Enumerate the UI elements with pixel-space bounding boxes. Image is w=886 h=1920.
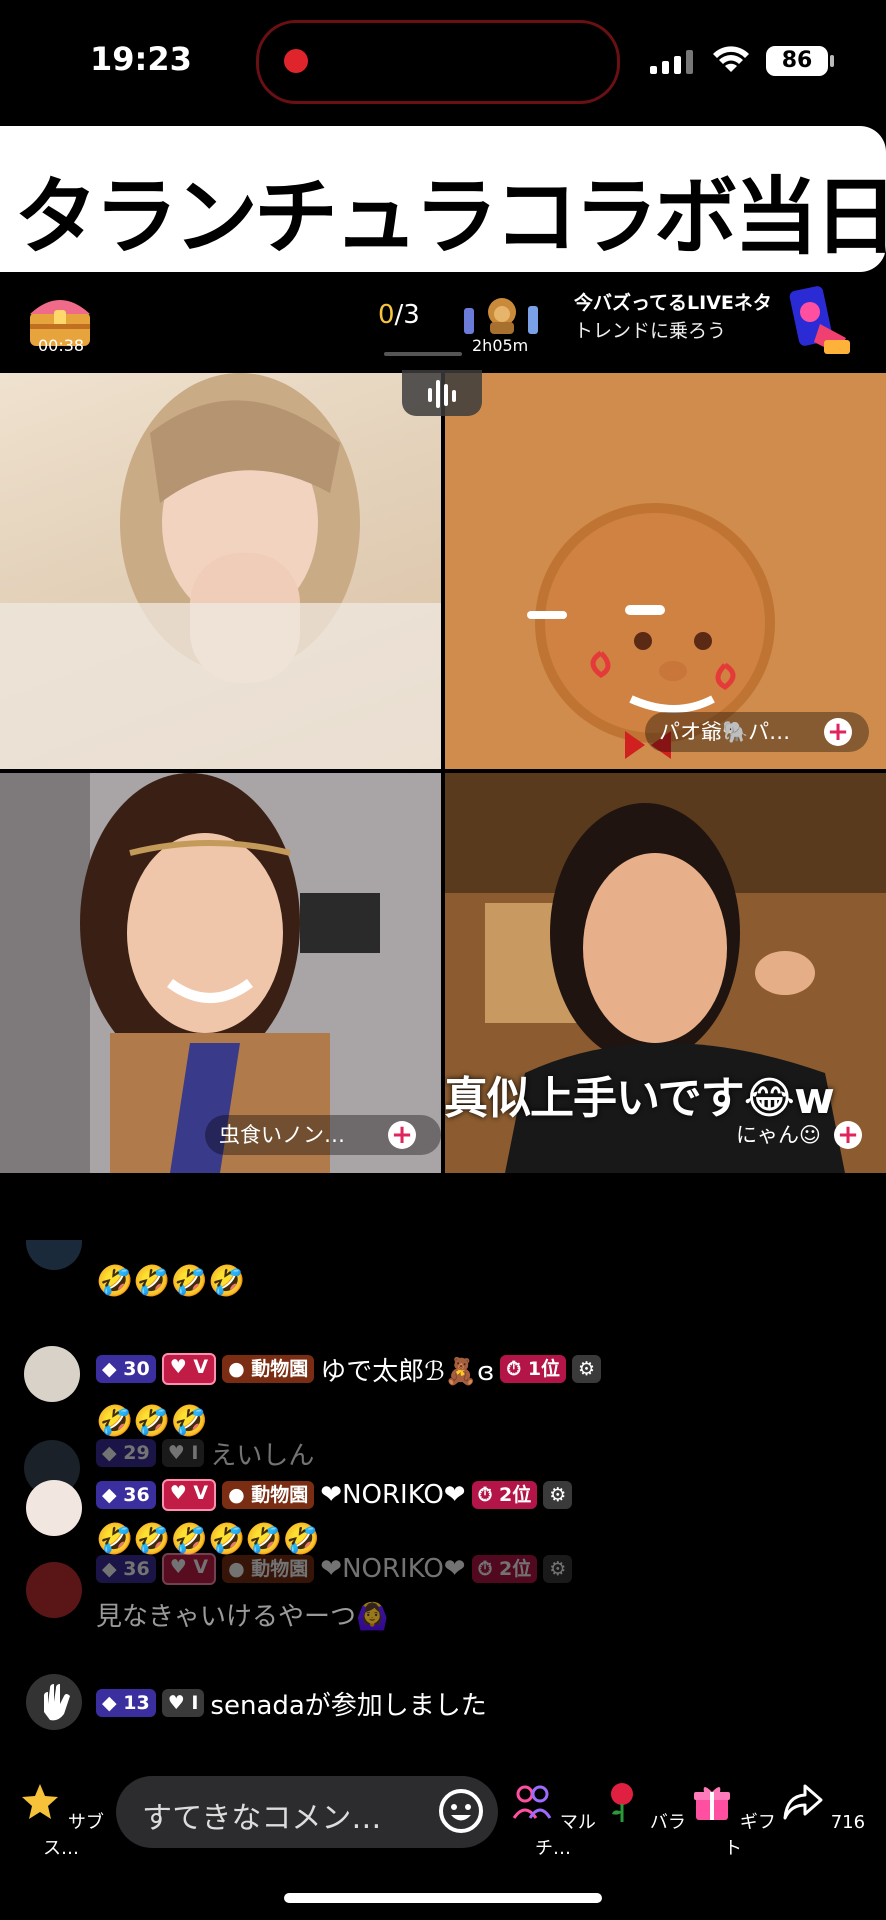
video-tile-1[interactable] [0,373,441,769]
subscribe-button[interactable]: サブス… [16,1780,106,1860]
chat-row-eishin[interactable]: ◆ 29 ♥ I えいしん [96,1435,314,1472]
goal-current: 0 [378,300,395,330]
share-arrow-icon [783,1784,823,1820]
chat-row-yudetaro[interactable]: ◆ 30 ♥ V ● 動物園 ゆで太郎ℬ🧸ɞ ⏱ 1位 ⚙ [96,1351,602,1388]
streamer-video-1 [0,373,441,769]
rank-badge: ⏱ 1位 [500,1355,567,1383]
share-button[interactable]: 716 [778,1780,868,1833]
animal-figures-icon[interactable] [460,292,544,338]
tile-3-name: 虫食いノン… [219,1123,345,1147]
rank-badge: ⏱ 2位 [471,1555,538,1583]
emoji-icon[interactable] [438,1788,484,1834]
waveform-icon [428,380,456,408]
chat-avatar-yudetaro[interactable] [24,1346,80,1402]
wave-hand-icon [26,1674,82,1730]
chest-timer: 00:38 [38,336,85,355]
chat-username[interactable]: ❤NORIKO❤ [320,1554,465,1584]
tile-2-name: パオ爺🐘パ… [659,720,791,744]
wifi-icon [713,46,749,72]
rose-label: バラ [649,1812,686,1833]
goal-progress-bar [384,352,462,356]
level-badge: ◆ 36 [96,1481,156,1509]
trend-title[interactable]: 今バズってるLIVEネタ [574,288,772,315]
chat-username[interactable]: えいしん [210,1435,314,1472]
user-settings-icon[interactable]: ⚙ [572,1355,602,1383]
cellular-signal-icon [650,50,693,74]
trend-phone-icon[interactable] [780,284,854,358]
vip-badge: ♥ V [161,1353,217,1385]
user-settings-icon[interactable]: ⚙ [543,1481,573,1509]
gift-icon [694,1787,731,1820]
level-badge: ◆ 13 [96,1689,156,1717]
fan-club-badge: ● 動物園 [222,1555,315,1583]
share-count: 716 [830,1812,866,1833]
rose-icon [611,1783,634,1822]
dynamic-island [256,20,620,104]
chat-row-noriko-faded[interactable]: ◆ 36 ♥ V ● 動物園 ❤NORIKO❤ ⏱ 2位 ⚙ [96,1552,573,1586]
multi-guest-button[interactable]: マルチ… [508,1780,598,1860]
join-message: senadaが参加しました [210,1690,487,1721]
gingerbread-avatar [445,373,886,769]
chat-emoji-message-2: 🤣🤣🤣 [96,1404,209,1439]
user-settings-icon[interactable]: ⚙ [543,1555,573,1583]
rose-gift-button[interactable]: バラ [598,1780,688,1834]
status-time: 19:23 [90,40,192,78]
fan-club-badge: ● 動物園 [222,1481,315,1509]
trend-subtitle[interactable]: トレンドに乗ろう [574,316,726,343]
video-tile-3[interactable] [0,773,441,1173]
wave-hand-glyph [44,1684,70,1721]
chat-avatar-cropped[interactable] [26,1240,82,1270]
battery-level: 86 [766,46,828,76]
multi-users-icon [512,1785,552,1819]
vip-badge: ♥ V [161,1553,217,1585]
chat-text-message: 見なきゃいけるやーつ🙆‍♀️ [96,1602,389,1632]
tile-3-follow-plus-icon[interactable]: + [388,1121,416,1149]
gift-button[interactable]: ギフト [688,1780,778,1860]
goal-total: /3 [394,300,420,330]
rank-badge: ⏱ 2位 [471,1481,538,1509]
star-icon [22,1784,59,1819]
chat-row-join: ◆ 13 ♥ I senadaが参加しました [96,1686,487,1721]
animals-timer: 2h05m [472,336,529,355]
streamer-video-3 [0,773,441,1173]
chat-row-noriko[interactable]: ◆ 36 ♥ V ● 動物園 ❤NORIKO❤ ⏱ 2位 ⚙ [96,1478,573,1512]
chat-username[interactable]: ❤NORIKO❤ [320,1480,465,1510]
tile-4-follow-plus-icon[interactable]: + [834,1121,862,1149]
level-badge: ◆ 36 [96,1555,156,1583]
home-indicator[interactable] [284,1893,602,1903]
chat-username[interactable]: ゆで太郎ℬ🧸ɞ [320,1351,494,1388]
vip-badge: ♥ V [161,1479,217,1511]
chat-avatar-noriko-faded[interactable] [26,1562,82,1618]
comment-placeholder[interactable]: すてきなコメン… [142,1793,381,1837]
level-badge: ◆ 30 [96,1355,156,1383]
chat-avatar-noriko[interactable] [26,1480,82,1536]
battery-tip [830,55,834,67]
video-tile-2[interactable] [445,373,886,769]
audio-waveform-button[interactable] [402,370,482,416]
tile-2-follow-plus-icon[interactable]: + [824,718,852,746]
chat-emoji-message-1: 🤣🤣🤣🤣 [96,1264,246,1299]
fan-club-badge: ● 動物園 [222,1355,315,1383]
level-badge: ◆ 29 [96,1439,156,1467]
tile-4-name: にゃん☺︎ [736,1123,821,1147]
vip-badge: ♥ I [161,1439,205,1467]
vip-badge: ♥ I [161,1689,205,1717]
banner-title: タランチュラコラボ当日 [14,168,886,266]
recording-dot-icon [284,49,308,73]
goal-counter[interactable]: 0/3 [378,300,420,330]
